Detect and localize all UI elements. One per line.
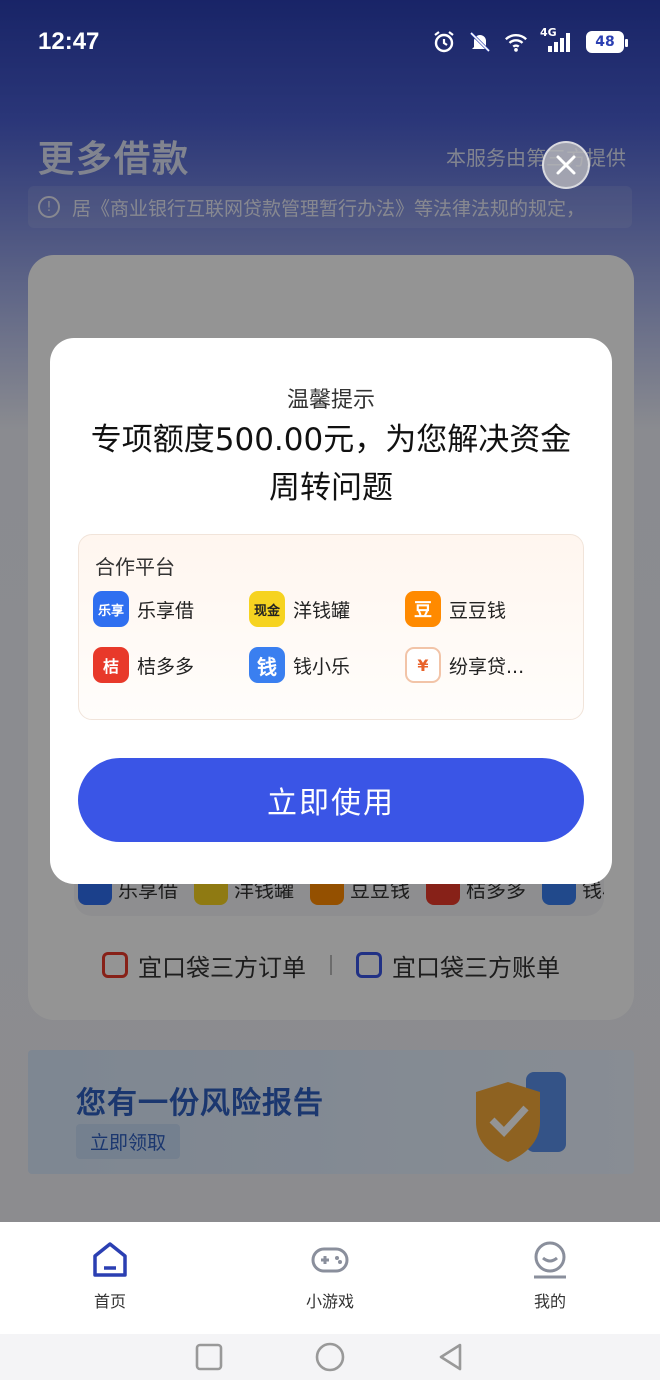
partner-item[interactable]: 豆 豆豆钱 (405, 591, 561, 627)
partner-grid: 乐享 乐享借 现金 洋钱罐 豆 豆豆钱 桔 桔多多 钱 钱小乐 ¥ 纷享贷... (93, 591, 573, 683)
qianxiaole-logo-icon: 钱 (249, 647, 285, 683)
partner-item[interactable]: 钱 钱小乐 (249, 647, 405, 683)
promo-dialog: 温馨提示 专项额度500.00元，为您解决资金周转问题 合作平台 乐享 乐享借 … (50, 338, 612, 884)
lexiangjie-logo-icon: 乐享 (93, 591, 129, 627)
partner-label: 合作平台 (95, 555, 175, 579)
close-icon (556, 155, 576, 175)
tab-mine[interactable]: 我的 (440, 1222, 660, 1334)
network-type: 4G (540, 26, 557, 39)
tab-home[interactable]: 首页 (0, 1222, 220, 1334)
partner-item[interactable]: 乐享 乐享借 (93, 591, 249, 627)
system-nav-bar (0, 1334, 660, 1380)
doudouqian-logo-icon: 豆 (405, 591, 441, 627)
battery-indicator: 48 (586, 31, 628, 53)
partner-platforms: 合作平台 乐享 乐享借 现金 洋钱罐 豆 豆豆钱 桔 桔多多 钱 钱小乐 ¥ 纷… (78, 534, 584, 720)
tab-games[interactable]: 小游戏 (220, 1222, 440, 1334)
gamepad-icon (311, 1247, 349, 1273)
status-time: 12:47 (38, 28, 100, 55)
juduoduo-logo-icon: 桔 (93, 647, 129, 683)
dialog-title: 专项额度500.00元，为您解决资金周转问题 (90, 422, 572, 506)
bottom-tab-bar: 首页 小游戏 我的 (0, 1222, 660, 1334)
signal-icon: 4G (540, 26, 574, 54)
profile-icon (534, 1241, 566, 1279)
status-bar: 12:47 4G 48 (0, 0, 660, 86)
yangqianguan-logo-icon: 现金 (249, 591, 285, 627)
mute-icon (468, 30, 492, 54)
partner-item[interactable]: 桔 桔多多 (93, 647, 249, 683)
wifi-icon (504, 30, 528, 54)
tab-home-label: 首页 (93, 1292, 126, 1311)
use-now-button[interactable]: 立即使用 (78, 758, 584, 842)
home-icon (93, 1242, 127, 1277)
home-nav-icon[interactable] (314, 1341, 346, 1373)
tab-games-label: 小游戏 (305, 1292, 354, 1311)
fenxiangdai-logo-icon: ¥ (405, 647, 441, 683)
close-button[interactable] (542, 141, 590, 189)
partner-item[interactable]: ¥ 纷享贷... (405, 647, 561, 683)
recents-icon[interactable] (194, 1342, 224, 1372)
alarm-icon (432, 30, 456, 54)
status-icons: 4G 48 (432, 26, 628, 54)
dialog-subtitle: 温馨提示 (286, 388, 375, 413)
tab-mine-label: 我的 (533, 1292, 566, 1311)
back-icon[interactable] (436, 1342, 466, 1372)
partner-item[interactable]: 现金 洋钱罐 (249, 591, 405, 627)
